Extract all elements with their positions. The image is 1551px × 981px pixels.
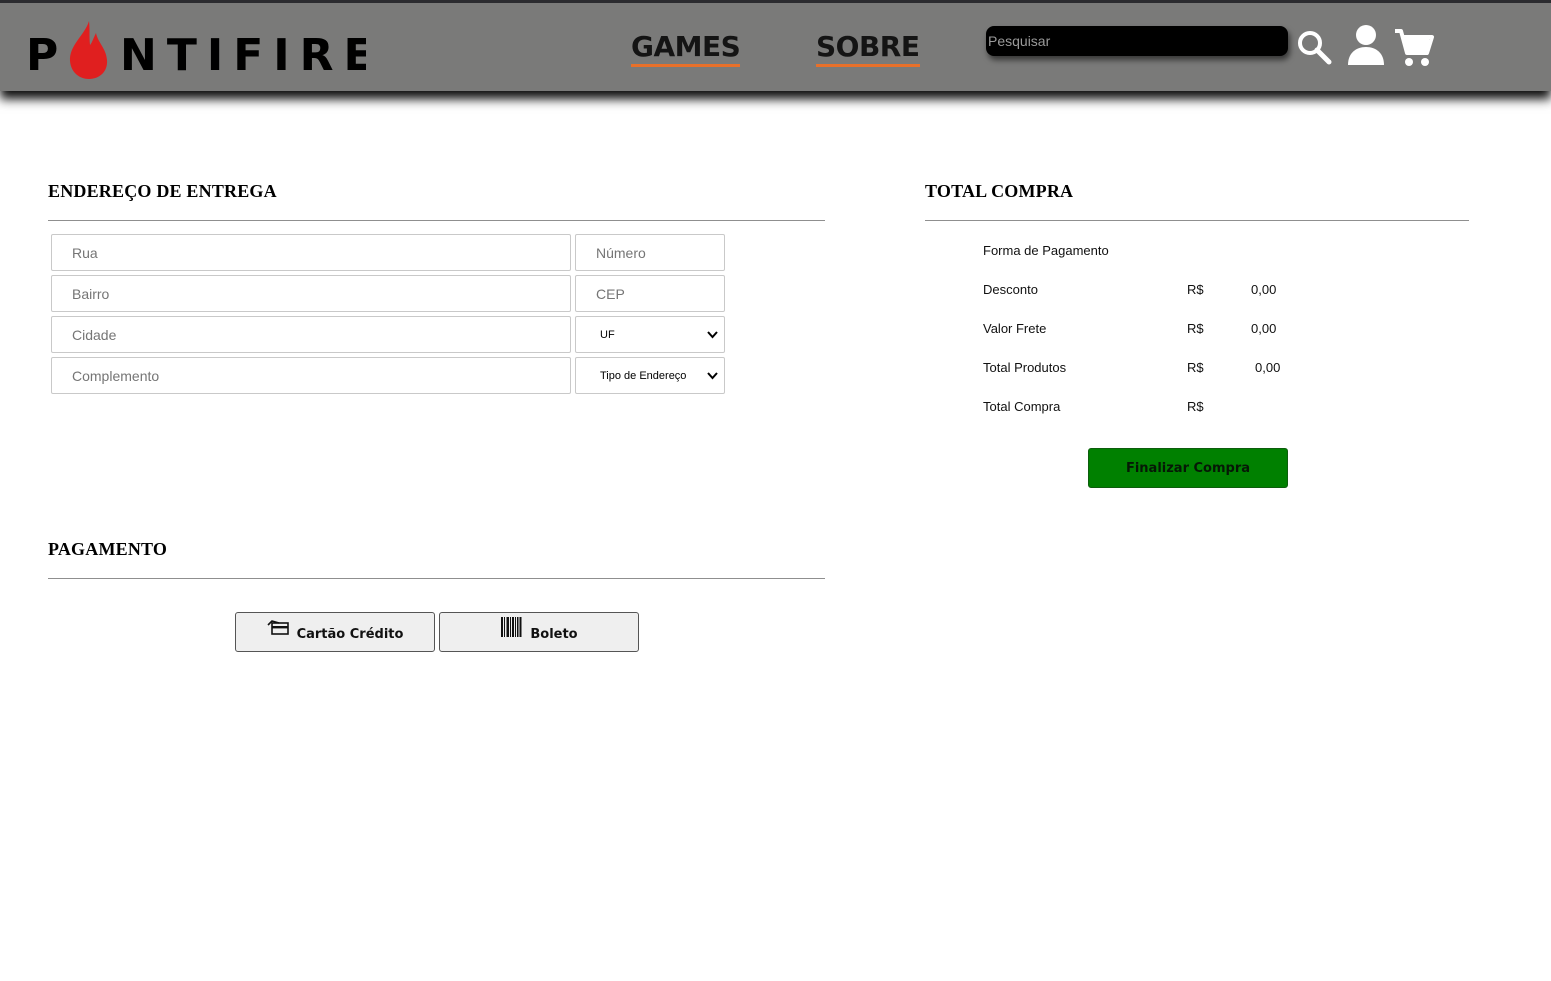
tipo-endereco-select-value: Tipo de Endereço [600,369,687,382]
total-compra-currency: R$ [1187,399,1204,414]
uf-select[interactable]: UF [575,316,725,353]
total-produtos-currency: R$ [1187,360,1204,375]
cep-input[interactable] [575,275,725,312]
summary-divider [925,220,1469,221]
total-compra-label: Total Compra [983,399,1061,414]
valor-frete-currency: R$ [1187,321,1204,336]
desconto-currency: R$ [1187,282,1204,297]
payment-section-title: PAGAMENTO [48,539,168,559]
boleto-button[interactable]: Boleto [439,612,639,652]
bairro-input[interactable] [51,275,571,312]
finalize-purchase-button[interactable]: Finalizar Compra [1088,448,1288,488]
nav-sobre-link[interactable]: SOBRE [816,31,920,67]
pontifire-logo[interactable]: P NTIFIRE [26,15,366,85]
valor-frete-label: Valor Frete [983,321,1047,336]
address-section-title: ENDEREÇO DE ENTREGA [48,181,277,201]
credit-card-button-label: Cartão Crédito [296,626,404,642]
total-produtos-label: Total Produtos [983,360,1067,375]
address-divider [48,220,825,221]
boleto-button-label: Boleto [530,626,578,642]
logo-text-end: NTIFIRE [120,30,366,81]
chevron-down-icon [707,372,718,380]
cart-icon[interactable] [1393,27,1435,69]
rua-input[interactable] [51,234,571,271]
payment-divider [48,578,825,579]
credit-card-button[interactable]: Cartão Crédito [235,612,435,652]
credit-card-icon [267,619,289,639]
top-navbar: P NTIFIRE GAMES SOBRE [0,0,1551,91]
logo-text-start: P [26,30,68,81]
flame-icon [69,21,108,79]
search-input[interactable] [986,26,1288,56]
chevron-down-icon [707,331,718,339]
cidade-input[interactable] [51,316,571,353]
valor-frete-value: 0,00 [1251,321,1277,336]
summary-section-title: TOTAL COMPRA [925,181,1074,201]
payment-method-label: Forma de Pagamento [983,243,1109,258]
numero-input[interactable] [575,234,725,271]
uf-select-value: UF [600,328,615,341]
total-produtos-value: 0,00 [1255,360,1281,375]
finalize-purchase-label: Finalizar Compra [1125,460,1251,476]
desconto-value: 0,00 [1251,282,1277,297]
tipo-endereco-select[interactable]: Tipo de Endereço [575,357,725,394]
user-icon[interactable] [1346,23,1386,67]
complemento-input[interactable] [51,357,571,394]
nav-games-link[interactable]: GAMES [631,31,741,67]
desconto-label: Desconto [983,282,1038,297]
search-icon[interactable] [1296,29,1332,65]
barcode-icon [500,617,522,641]
